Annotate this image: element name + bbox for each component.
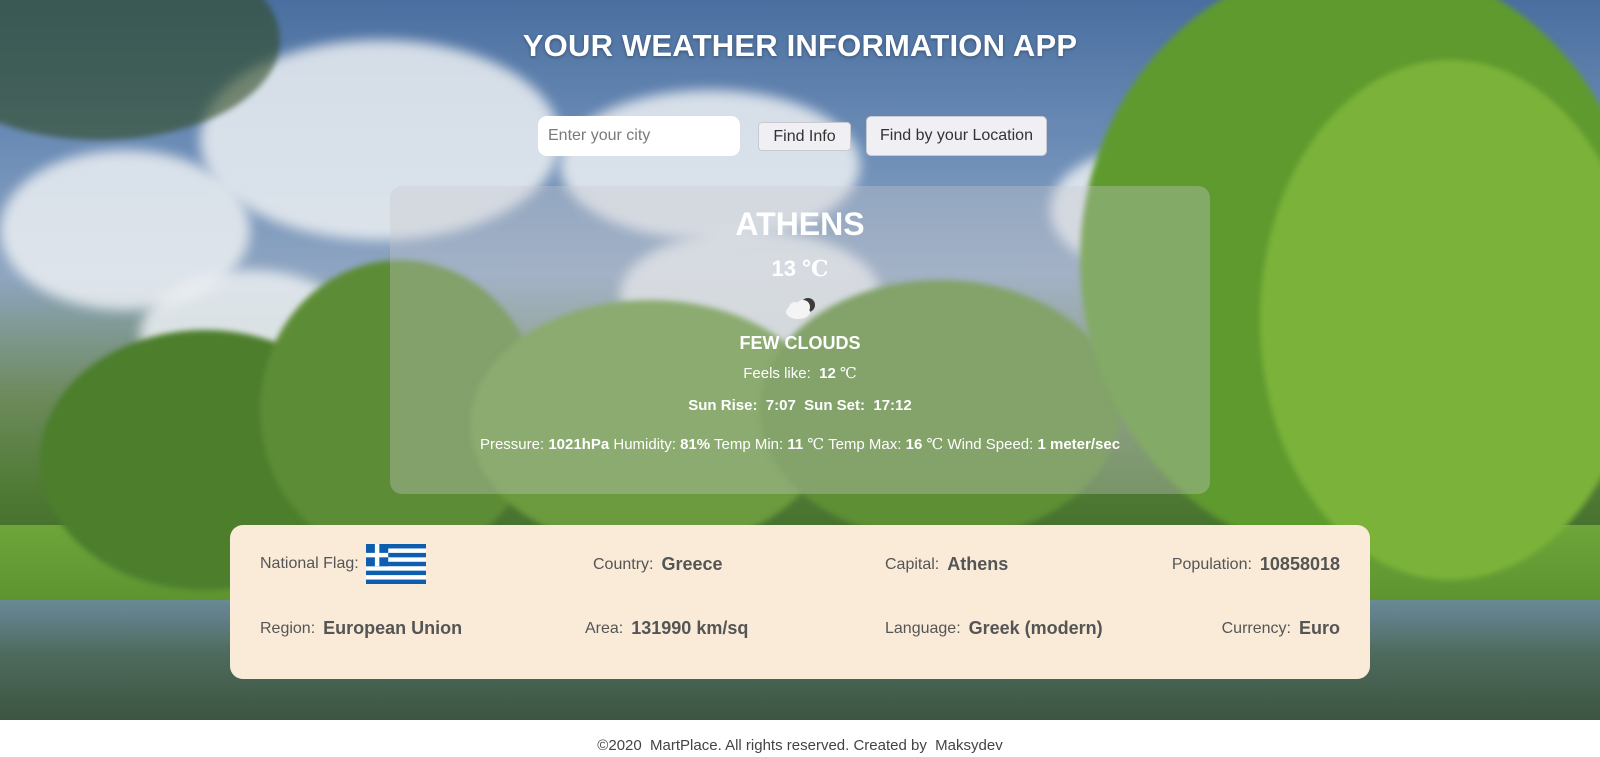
current-temperature: 13 ℃ bbox=[390, 256, 1210, 282]
language-item: Language: Greek (modern) bbox=[885, 618, 1103, 639]
area-value: 131990 km/sq bbox=[631, 618, 749, 638]
wind-speed-value: 1 meter/sec bbox=[1037, 436, 1121, 453]
area-label: Area: bbox=[585, 619, 624, 637]
country-label: Country: bbox=[593, 555, 654, 573]
region-item: Region: European Union bbox=[260, 618, 462, 639]
humidity-value: 81% bbox=[680, 436, 711, 453]
wind-speed-label: Wind Speed: bbox=[947, 436, 1034, 453]
weather-description: FEW CLOUDS bbox=[739, 333, 861, 353]
population-item: Population: 10858018 bbox=[1172, 554, 1340, 575]
national-flag-item: National Flag: bbox=[260, 543, 426, 585]
region-label: Region: bbox=[260, 619, 316, 637]
weather-card: ATHENS 13 ℃ FEW CLOUDS Feels like: 12 ℃ … bbox=[390, 186, 1210, 494]
country-value: Greece bbox=[661, 554, 723, 574]
city-name: ATHENS bbox=[735, 206, 865, 242]
feels-like-unit: ℃ bbox=[839, 364, 857, 382]
find-by-location-button[interactable]: Find by your Location bbox=[866, 116, 1047, 156]
currency-value: Euro bbox=[1298, 618, 1340, 638]
temp-max-label: Temp Max: bbox=[828, 436, 902, 453]
sunrise-value: 7:07 bbox=[765, 397, 796, 414]
capital-item: Capital: Athens bbox=[885, 554, 1008, 575]
sunset-value: 17:12 bbox=[873, 397, 912, 414]
capital-value: Athens bbox=[947, 554, 1009, 574]
national-flag-label: National Flag: bbox=[260, 555, 359, 572]
currency-item: Currency: Euro bbox=[1222, 618, 1340, 639]
find-info-button[interactable]: Find Info bbox=[758, 122, 851, 151]
pressure-label: Pressure: bbox=[479, 436, 545, 453]
sun-times-row: Sun Rise: 7:07 Sun Set: 17:12 bbox=[390, 397, 1210, 414]
greece-flag-icon bbox=[365, 544, 426, 584]
language-value: Greek (modern) bbox=[968, 618, 1103, 638]
currency-label: Currency: bbox=[1221, 619, 1291, 637]
footer-copyright: ©2020 MartPlace. All rights reserved. Cr… bbox=[597, 737, 1003, 754]
city-search-input[interactable] bbox=[538, 116, 740, 156]
weather-stats-row: Pressure: 1021hPa Humidity: 81% Temp Min… bbox=[390, 435, 1210, 453]
temp-max-unit: ℃ bbox=[926, 435, 944, 453]
sunrise-label: Sun Rise: bbox=[688, 397, 758, 414]
temp-min-unit: ℃ bbox=[807, 435, 825, 453]
temp-max-value: 16 bbox=[905, 436, 923, 453]
country-item: Country: Greece bbox=[593, 554, 723, 575]
population-label: Population: bbox=[1171, 555, 1252, 573]
temp-min-value: 11 bbox=[787, 436, 804, 453]
temp-min-label: Temp Min: bbox=[714, 436, 784, 453]
humidity-label: Humidity: bbox=[613, 436, 676, 453]
feels-like-value: 12 bbox=[819, 365, 836, 382]
capital-label: Capital: bbox=[885, 555, 940, 573]
language-label: Language: bbox=[885, 619, 961, 637]
feels-like-label: Feels like: bbox=[743, 365, 811, 382]
app-title: YOUR WEATHER INFORMATION APP bbox=[522, 28, 1078, 63]
country-info-card: National Flag: Country: Greece Capital: … bbox=[230, 525, 1370, 679]
area-item: Area: 131990 km/sq bbox=[585, 618, 748, 639]
population-value: 10858018 bbox=[1259, 554, 1340, 574]
feels-like-row: Feels like: 12 ℃ bbox=[390, 364, 1210, 382]
sunset-label: Sun Set: bbox=[804, 397, 866, 414]
temperature-unit: ℃ bbox=[802, 256, 829, 282]
pressure-value: 1021hPa bbox=[548, 436, 610, 453]
cloud-moon-icon bbox=[786, 298, 815, 319]
temperature-value: 13 bbox=[771, 256, 796, 281]
region-value: European Union bbox=[323, 618, 463, 638]
